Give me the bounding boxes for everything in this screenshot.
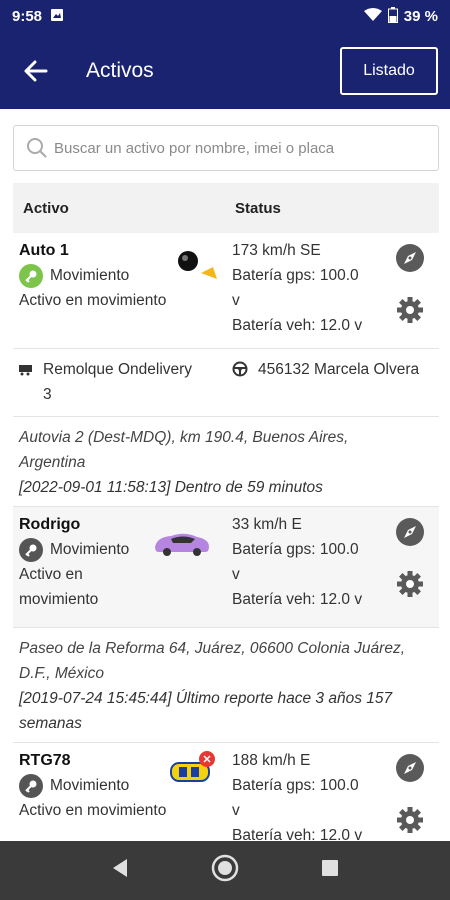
trailer-icon bbox=[19, 360, 33, 407]
asset-status: 188 km/h E Batería gps: 100.0 v Batería … bbox=[232, 748, 382, 841]
search-icon bbox=[27, 138, 47, 158]
compass-icon[interactable] bbox=[395, 243, 425, 273]
asset-address: Autovia 2 (Dest-MDQ), km 190.4, Buenos A… bbox=[19, 429, 349, 446]
asset-battery-gps: Batería gps: 100.0 bbox=[232, 267, 359, 284]
gear-icon[interactable] bbox=[395, 295, 425, 325]
key-icon bbox=[19, 537, 43, 562]
steering-wheel-icon bbox=[232, 360, 248, 385]
trailer-name-cont: 3 bbox=[43, 386, 52, 403]
asset-battery-veh: Batería veh: 12.0 v bbox=[232, 591, 363, 608]
asset-address-cont: Argentina bbox=[19, 454, 86, 471]
asset-speed: 173 km/h SE bbox=[232, 242, 321, 259]
battery-icon bbox=[387, 6, 398, 27]
listado-button[interactable]: Listado bbox=[340, 47, 438, 95]
asset-report: [2019-07-24 15:45:44] Último reporte hac… bbox=[19, 690, 393, 707]
asset-battery-gps: Batería gps: 100.0 bbox=[232, 777, 359, 794]
key-icon bbox=[19, 773, 43, 798]
asset-address-row: Autovia 2 (Dest-MDQ), km 190.4, Buenos A… bbox=[13, 417, 439, 507]
asset-state: Movimiento bbox=[19, 537, 129, 562]
asset-battery-veh: Batería veh: 12.0 v bbox=[232, 827, 363, 841]
asset-state: Movimiento bbox=[19, 773, 129, 798]
asset-state-label: Movimiento bbox=[50, 267, 130, 284]
nav-back-icon[interactable] bbox=[110, 857, 130, 884]
asset-state-label: Movimiento bbox=[50, 541, 130, 558]
page-title: Activos bbox=[86, 59, 154, 82]
asset-description: Activo en movimiento bbox=[19, 292, 167, 309]
app-bar: Activos Listado bbox=[0, 33, 450, 109]
asset-speed: 33 km/h E bbox=[232, 516, 302, 533]
asset-battery-veh: Batería veh: 12.0 v bbox=[232, 317, 363, 334]
status-bar: 9:58 39 % bbox=[0, 0, 450, 33]
assets-table: Activo Status Auto 1 Movimiento Activo e… bbox=[13, 183, 439, 841]
asset-row[interactable]: RTG78 Movimiento Activo en movimiento 18… bbox=[13, 743, 439, 841]
asset-address-row: Paseo de la Reforma 64, Juárez, 06600 Co… bbox=[13, 628, 439, 743]
key-icon bbox=[19, 263, 43, 288]
asset-battery-gps-unit: v bbox=[232, 802, 240, 819]
asset-report-cont: semanas bbox=[19, 715, 82, 732]
asset-state-label: Movimiento bbox=[50, 777, 130, 794]
asset-name: Rodrigo bbox=[19, 516, 81, 533]
asset-battery-gps: Batería gps: 100.0 bbox=[232, 541, 359, 558]
compass-icon[interactable] bbox=[395, 517, 425, 547]
asset-address: Paseo de la Reforma 64, Juárez, 06600 Co… bbox=[19, 640, 406, 657]
asset-battery-gps-unit: v bbox=[232, 292, 240, 309]
driver-name: 456132 Marcela Olvera bbox=[258, 361, 420, 378]
system-navigation-bar bbox=[0, 841, 450, 900]
asset-report: [2022-09-01 11:58:13] Dentro de 59 minut… bbox=[19, 479, 323, 496]
asset-speed: 188 km/h E bbox=[232, 752, 311, 769]
nav-home-icon[interactable] bbox=[210, 853, 240, 888]
asset-row[interactable]: Auto 1 Movimiento Activo en movimiento 1… bbox=[13, 233, 439, 349]
column-header-activo: Activo bbox=[23, 199, 69, 217]
asset-status: 33 km/h E Batería gps: 100.0 v Batería v… bbox=[232, 512, 382, 612]
main-content: Buscar un activo por nombre, imei o plac… bbox=[0, 109, 450, 841]
back-arrow-icon[interactable] bbox=[22, 57, 50, 85]
image-notification-icon bbox=[50, 8, 64, 26]
nav-recents-icon[interactable] bbox=[320, 858, 340, 883]
battery-percent: 39 % bbox=[403, 8, 438, 25]
taxi-icon bbox=[169, 749, 217, 795]
asset-description-line: movimiento bbox=[19, 591, 99, 608]
asset-info-row: Remolque Ondelivery 3 456132 Marcela Olv… bbox=[13, 349, 439, 417]
wifi-icon bbox=[363, 7, 382, 26]
asset-name: Auto 1 bbox=[19, 242, 69, 259]
asset-address-cont: D.F., México bbox=[19, 665, 104, 682]
gear-icon[interactable] bbox=[395, 805, 425, 835]
trailer-name: Remolque Ondelivery bbox=[43, 361, 193, 378]
compass-icon[interactable] bbox=[395, 753, 425, 783]
asset-status: 173 km/h SE Batería gps: 100.0 v Batería… bbox=[232, 238, 382, 338]
asset-description: Activo en movimiento bbox=[19, 562, 194, 612]
search-input[interactable]: Buscar un activo por nombre, imei o plac… bbox=[13, 125, 439, 171]
asset-row[interactable]: Rodrigo Movimiento Activo en movimiento … bbox=[13, 507, 439, 628]
asset-name: RTG78 bbox=[19, 752, 71, 769]
asset-state: Movimiento bbox=[19, 263, 129, 288]
car-icon bbox=[151, 529, 213, 567]
vehicle-icon bbox=[173, 241, 223, 293]
asset-battery-gps-unit: v bbox=[232, 566, 240, 583]
search-placeholder: Buscar un activo por nombre, imei o plac… bbox=[54, 139, 335, 157]
table-header: Activo Status bbox=[13, 183, 439, 233]
asset-description: Activo en movimiento bbox=[19, 802, 167, 819]
column-header-status: Status bbox=[235, 199, 281, 217]
status-time: 9:58 bbox=[12, 8, 43, 25]
gear-icon[interactable] bbox=[395, 569, 425, 599]
